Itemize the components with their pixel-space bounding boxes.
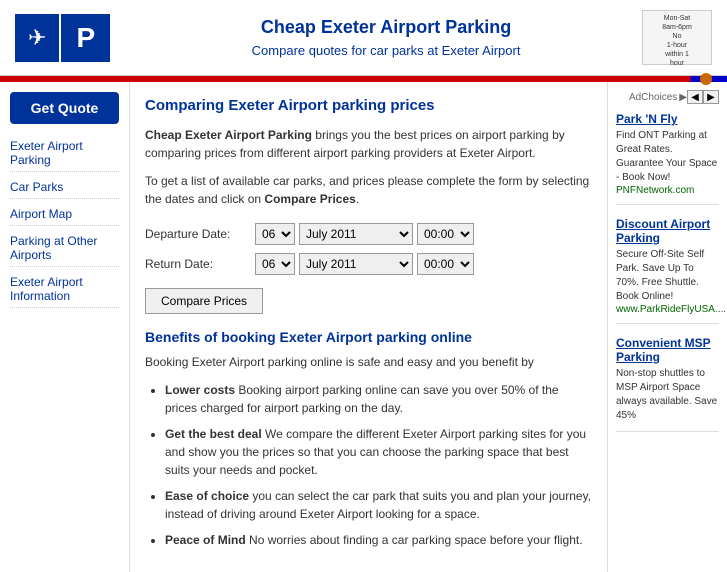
instruction-paragraph: To get a list of available car parks, an…	[145, 172, 592, 208]
ad-item-0: Park 'N Fly Find ONT Parking at Great Ra…	[616, 112, 719, 205]
ad-choices-label: AdChoices	[629, 92, 677, 103]
get-quote-button[interactable]: Get Quote	[10, 92, 119, 124]
benefits-intro: Booking Exeter Airport parking online is…	[145, 353, 592, 371]
return-time-select[interactable]: 00:0001:0002:0012:00	[417, 253, 474, 275]
benefits-heading: Benefits of booking Exeter Airport parki…	[145, 329, 592, 345]
ad-url-0: PNFNetwork.com	[616, 185, 719, 196]
list-item: Get the best deal We compare the differe…	[165, 425, 592, 479]
ad-text-0: Find ONT Parking at Great Rates. Guarant…	[616, 129, 719, 185]
departure-month-select[interactable]: July 2011August 2011September 2011	[299, 223, 413, 245]
main-content: Comparing Exeter Airport parking prices …	[130, 82, 607, 572]
departure-day-select[interactable]: 0607080910	[255, 223, 295, 245]
ad-url-1: www.ParkRideFlyUSA....	[616, 304, 719, 315]
header-badge: Mon-Sat8am-6pmNo1-hourwithin 1hour →	[642, 10, 712, 65]
ad-choices-icon: ▶	[679, 92, 687, 103]
list-item: Ease of choice you can select the car pa…	[165, 487, 592, 523]
departure-label: Departure Date:	[145, 227, 255, 241]
ad-next-button[interactable]: ▶	[703, 90, 719, 104]
ad-navigation: ◀ ▶	[687, 90, 719, 104]
benefit-term-0: Lower costs	[165, 383, 235, 397]
return-row: Return Date: 0607080910 July 2011August …	[145, 253, 592, 275]
sidebar-item-airport-info[interactable]: Exeter Airport Information	[10, 275, 119, 308]
instruction-end: .	[356, 192, 359, 206]
ad-title-2[interactable]: Convenient MSP Parking	[616, 336, 719, 364]
compare-prices-button[interactable]: Compare Prices	[145, 288, 263, 314]
return-month-select[interactable]: July 2011August 2011September 2011	[299, 253, 413, 275]
list-item: Lower costs Booking airport parking onli…	[165, 381, 592, 417]
ad-title-1[interactable]: Discount Airport Parking	[616, 217, 719, 245]
intro-paragraph: Cheap Exeter Airport Parking brings you …	[145, 126, 592, 162]
main-heading: Comparing Exeter Airport parking prices	[145, 97, 592, 114]
ad-prev-button[interactable]: ◀	[687, 90, 703, 104]
departure-row: Departure Date: 0607080910 July 2011Augu…	[145, 223, 592, 245]
header-text: Cheap Exeter Airport Parking Compare quo…	[130, 17, 642, 58]
ad-title-0[interactable]: Park 'N Fly	[616, 112, 719, 126]
benefits-list: Lower costs Booking airport parking onli…	[165, 381, 592, 549]
ad-item-1: Discount Airport Parking Secure Off-Site…	[616, 217, 719, 324]
sidebar-item-airport-map[interactable]: Airport Map	[10, 207, 119, 226]
sidebar-item-other-airports[interactable]: Parking at Other Airports	[10, 234, 119, 267]
site-logo: ✈ P	[15, 14, 110, 62]
sidebar: Get Quote Exeter Airport Parking Car Par…	[0, 82, 130, 572]
benefit-term-2: Ease of choice	[165, 489, 249, 503]
sidebar-item-exeter-airport-parking[interactable]: Exeter Airport Parking	[10, 139, 119, 172]
return-label: Return Date:	[145, 257, 255, 271]
ad-choices-header: AdChoices ▶ ◀ ▶	[616, 90, 719, 104]
parking-icon: P	[61, 14, 110, 62]
ad-item-2: Convenient MSP Parking Non-stop shuttles…	[616, 336, 719, 432]
sidebar-item-car-parks[interactable]: Car Parks	[10, 180, 119, 199]
return-day-select[interactable]: 0607080910	[255, 253, 295, 275]
ad-text-2: Non-stop shuttles to MSP Airport Space a…	[616, 367, 719, 423]
ad-text-1: Secure Off-Site Self Park. Save Up To 70…	[616, 248, 719, 304]
intro-bold: Cheap Exeter Airport Parking	[145, 128, 312, 142]
ad-sidebar: AdChoices ▶ ◀ ▶ Park 'N Fly Find ONT Par…	[607, 82, 727, 572]
booking-form: Departure Date: 0607080910 July 2011Augu…	[145, 223, 592, 314]
divider-dot	[700, 73, 712, 85]
instruction-bold: Compare Prices	[264, 192, 355, 206]
plane-icon: ✈	[15, 14, 59, 62]
site-title: Cheap Exeter Airport Parking	[130, 17, 642, 38]
benefit-term-1: Get the best deal	[165, 427, 262, 441]
list-item: Peace of Mind No worries about finding a…	[165, 531, 592, 549]
page-layout: Get Quote Exeter Airport Parking Car Par…	[0, 82, 727, 572]
divider-bar	[0, 76, 727, 82]
departure-time-select[interactable]: 00:0001:0002:0012:00	[417, 223, 474, 245]
site-subtitle: Compare quotes for car parks at Exeter A…	[130, 43, 642, 58]
page-header: ✈ P Cheap Exeter Airport Parking Compare…	[0, 0, 727, 76]
instruction-text: To get a list of available car parks, an…	[145, 174, 589, 206]
